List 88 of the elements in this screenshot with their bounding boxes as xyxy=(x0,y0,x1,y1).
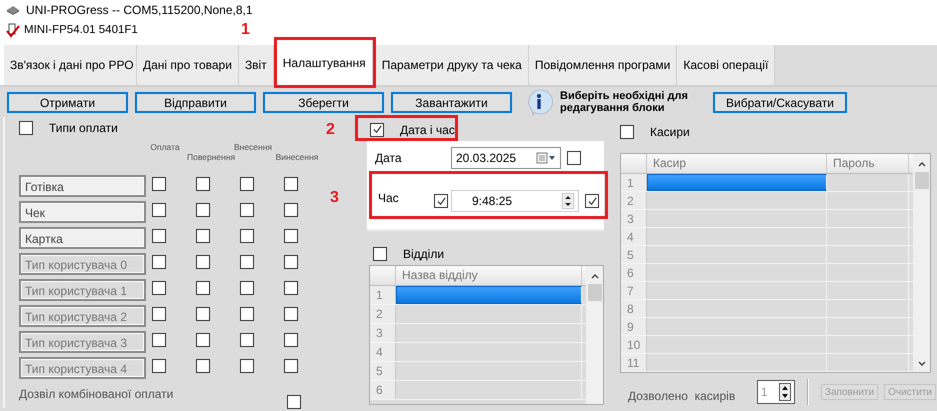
hint-text: Виберіть необхідні для редагування блоки xyxy=(560,90,689,114)
row-number: 5 xyxy=(370,362,396,380)
select-toggle-button[interactable]: Вибрати/Скасувати xyxy=(713,92,847,112)
scroll-up-icon[interactable] xyxy=(590,272,600,280)
section-title: Відділи xyxy=(403,246,444,263)
checkbox[interactable] xyxy=(152,177,166,191)
checkbox[interactable] xyxy=(373,247,387,261)
row-number: 8 xyxy=(621,300,647,317)
checkbox[interactable] xyxy=(585,194,599,208)
tab[interactable]: Повідомлення програми xyxy=(528,45,678,85)
row-number: 7 xyxy=(621,282,647,299)
payment-name-field[interactable]: Картка xyxy=(19,227,146,249)
checkbox[interactable] xyxy=(620,124,634,138)
checkbox[interactable] xyxy=(152,203,166,217)
row-number: 4 xyxy=(621,228,647,245)
checkbox[interactable] xyxy=(19,121,33,135)
column-header: Назва відділу xyxy=(396,266,582,285)
section-title: Дата і час xyxy=(400,122,455,138)
checkbox[interactable] xyxy=(240,203,254,217)
device-icon xyxy=(6,23,20,38)
row-number: 3 xyxy=(370,324,396,342)
tab[interactable]: Звіт xyxy=(238,45,274,85)
payment-name-field[interactable]: Готівка xyxy=(19,175,146,197)
annotation-number: 3 xyxy=(330,188,339,208)
checkbox[interactable] xyxy=(284,177,298,191)
tab[interactable]: Дані про товари xyxy=(137,45,239,85)
checkbox[interactable] xyxy=(196,177,210,191)
column-header: Пароль xyxy=(827,154,909,173)
annotation-number: 2 xyxy=(326,120,335,140)
toolbar-button[interactable]: Зберегти xyxy=(263,92,384,112)
calendar-dropdown-icon xyxy=(536,152,556,164)
time-field[interactable]: 9:48:25 xyxy=(451,190,579,212)
row-number: 2 xyxy=(370,305,396,323)
time-label: Час xyxy=(378,190,400,207)
annotation-number: 1 xyxy=(241,20,250,40)
checkbox[interactable] xyxy=(567,151,581,165)
checkbox[interactable] xyxy=(240,229,254,243)
toolbar-button[interactable]: Отримати xyxy=(7,92,128,112)
spinner-arrows-icon xyxy=(562,193,574,209)
row-number: 3 xyxy=(621,210,647,227)
time-value: 9:48:25 xyxy=(472,193,512,210)
row-number: 10 xyxy=(621,336,647,353)
row-number: 1 xyxy=(621,174,647,191)
tab[interactable]: Налаштування xyxy=(276,40,373,85)
column-label: Винесення xyxy=(275,151,319,164)
payment-name-field[interactable]: Чек xyxy=(19,201,146,223)
section-title: Типи оплати xyxy=(49,120,118,137)
row-number: 2 xyxy=(621,192,647,209)
checkbox[interactable] xyxy=(240,177,254,191)
row-number: 1 xyxy=(370,286,396,304)
scroll-down-icon[interactable] xyxy=(916,360,926,368)
checkbox[interactable] xyxy=(287,395,301,409)
scroll-up-icon[interactable] xyxy=(916,160,926,168)
row-number: 4 xyxy=(370,343,396,361)
tab[interactable]: Параметри друку та чека xyxy=(376,45,529,85)
scrollbar[interactable] xyxy=(913,154,930,372)
device-label: MINI-FP54.01 5401F1 xyxy=(24,22,138,38)
row-number: 6 xyxy=(370,381,396,399)
scroll-thumb[interactable] xyxy=(914,172,928,189)
tab[interactable]: Зв'язок і дані про РРО xyxy=(4,45,137,85)
row-number: 5 xyxy=(621,246,647,263)
date-label: Дата xyxy=(375,150,403,167)
scrollbar[interactable] xyxy=(586,266,603,404)
table-cell[interactable] xyxy=(396,286,582,304)
checkbox[interactable] xyxy=(196,203,210,217)
section-title: Касири xyxy=(650,124,690,140)
column-header: Касир xyxy=(647,154,827,173)
row-number: 9 xyxy=(621,318,647,335)
checkbox[interactable] xyxy=(284,229,298,243)
date-value: 20.03.2025 xyxy=(456,150,516,167)
checkbox[interactable] xyxy=(196,229,210,243)
tab[interactable]: Касові операції xyxy=(677,45,776,85)
checkbox[interactable] xyxy=(284,203,298,217)
checkbox[interactable] xyxy=(370,122,384,136)
checkbox[interactable] xyxy=(434,194,448,208)
combined-payment-label: Дозвіл комбінованої оплати xyxy=(19,386,174,403)
app-icon xyxy=(6,5,20,15)
row-number: 11 xyxy=(621,354,647,371)
toolbar-button[interactable]: Відправити xyxy=(135,92,256,112)
allowed-cashiers-label: Дозволено касирів xyxy=(628,388,736,405)
date-field[interactable]: 20.03.2025 xyxy=(451,147,561,169)
table-cell[interactable] xyxy=(647,174,827,191)
scroll-thumb[interactable] xyxy=(588,284,602,301)
window-title: UNI-PROGress -- COM5,115200,None,8,1 xyxy=(26,2,253,19)
column-label: Оплата xyxy=(149,141,181,154)
toolbar-button[interactable]: Завантажити xyxy=(391,92,512,112)
row-number: 6 xyxy=(621,264,647,281)
checkbox[interactable] xyxy=(152,229,166,243)
